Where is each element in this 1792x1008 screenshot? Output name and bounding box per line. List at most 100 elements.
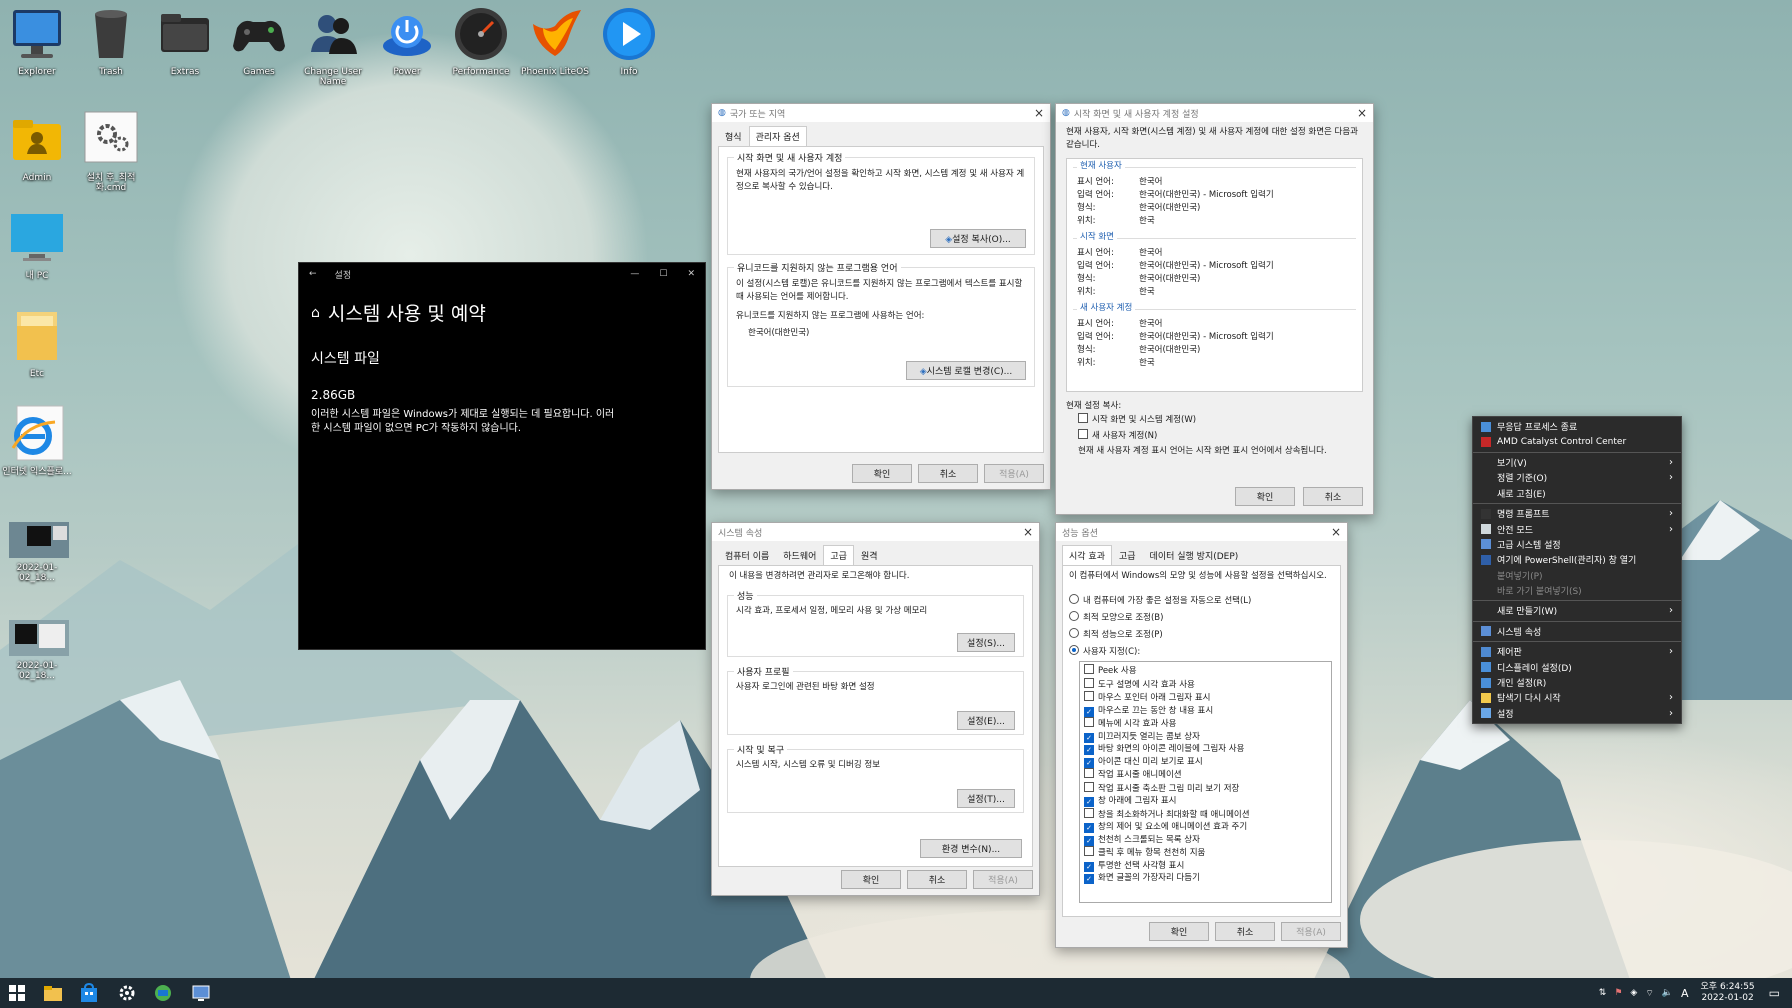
desktop-icon-info[interactable]: Info [592, 4, 666, 77]
visual-effect-option[interactable]: 작업 표시줄 축소판 그림 미리 보기 저장 [1084, 781, 1327, 796]
desktop-icon-optimize-cmd[interactable]: 설치 후_최적화.cmd [74, 110, 148, 193]
cancel-button[interactable]: 취소 [918, 464, 978, 483]
desktop-icon-phoenix-liteos[interactable]: Phoenix LiteOS [518, 4, 592, 77]
context-menu-item[interactable]: 보기(V) › [1473, 455, 1681, 470]
maximize-icon[interactable]: ☐ [659, 269, 667, 279]
apply-button[interactable]: 적용(A) [984, 464, 1044, 483]
radio-option[interactable]: 내 컴퓨터에 가장 좋은 설정을 자동으로 선택(L) [1069, 594, 1334, 608]
file-explorer-button[interactable] [42, 982, 64, 1004]
radio-option[interactable]: 최적 성능으로 조정(P) [1069, 628, 1334, 642]
checkbox-new-user[interactable]: 새 사용자 계정(N) [1078, 429, 1363, 443]
desktop-icon-explorer[interactable]: Explorer [0, 4, 74, 77]
close-icon[interactable]: × [1034, 106, 1044, 120]
context-menu-item[interactable]: 고급 시스템 설정 [1473, 537, 1681, 552]
visual-effect-option[interactable]: 도구 설명에 시각 효과 사용 [1084, 677, 1327, 692]
visual-effect-option[interactable]: ✓ 화면 글꼴의 가장자리 다듬기 [1084, 872, 1327, 885]
desktop-icon-etc[interactable]: Etc [0, 306, 74, 379]
context-menu-item[interactable]: 디스플레이 설정(D) [1473, 659, 1681, 674]
desktop-icon-screenshot-2[interactable]: 2022-01-02_18... [0, 618, 74, 681]
visual-effect-option[interactable]: ✓ 창 아래에 그림자 표시 [1084, 795, 1327, 808]
visual-effect-option[interactable]: 작업 표시줄 애니메이션 [1084, 768, 1327, 782]
close-icon[interactable]: × [1331, 525, 1341, 539]
radio-option[interactable]: 최적 모양으로 조정(B) [1069, 611, 1334, 625]
context-menu-item[interactable]: 붙여넣기(P) [1473, 568, 1681, 583]
close-icon[interactable]: × [1357, 106, 1367, 120]
profile-settings-button[interactable]: 설정(E)... [957, 711, 1015, 730]
settings-taskbar-button[interactable] [116, 982, 138, 1004]
tab-computer-name[interactable]: 컴퓨터 이름 [718, 545, 776, 565]
visual-effect-option[interactable]: 마우스 포인터 아래 그림자 표시 [1084, 691, 1327, 705]
context-menu-item[interactable]: 정렬 기준(O) › [1473, 470, 1681, 485]
volume-icon[interactable]: 🔈 [1662, 988, 1673, 998]
ok-button[interactable]: 확인 [841, 870, 901, 889]
apply-button[interactable]: 적용(A) [1281, 922, 1341, 941]
visual-effect-option[interactable]: 클릭 후 메뉴 항목 천천히 지움 [1084, 846, 1327, 860]
startup-settings-button[interactable]: 설정(T)... [957, 789, 1015, 808]
context-menu-item[interactable]: 바로 가기 붙여넣기(S) [1473, 583, 1681, 598]
ime-indicator[interactable]: A [1681, 987, 1689, 1000]
context-menu-item[interactable]: 설정 › [1473, 706, 1681, 721]
visual-effect-option[interactable]: ✓ 투명한 선택 사각형 표시 [1084, 860, 1327, 873]
network-icon[interactable]: ⇅ [1599, 988, 1607, 998]
control-panel-button[interactable] [152, 982, 174, 1004]
notification-icon[interactable]: ▭ [1769, 986, 1780, 1000]
minimize-icon[interactable]: — [630, 269, 639, 279]
ok-button[interactable]: 확인 [1149, 922, 1209, 941]
desktop-icon-this-pc[interactable]: 내 PC [0, 208, 74, 281]
start-button[interactable] [6, 982, 28, 1004]
visual-effect-option[interactable]: 창을 최소화하거나 최대화할 때 애니메이션 [1084, 807, 1327, 822]
remote-desktop-button[interactable] [190, 982, 212, 1004]
apply-button[interactable]: 적용(A) [973, 870, 1033, 889]
cancel-button[interactable]: 취소 [907, 870, 967, 889]
desktop-icon-admin[interactable]: Admin [0, 110, 74, 183]
desktop-icon-extras[interactable]: Extras [148, 4, 222, 77]
visual-effect-option[interactable]: ✓ 미끄러지듯 열리는 콤보 상자 [1084, 731, 1327, 744]
copy-settings-button[interactable]: ◈설정 복사(O)... [930, 229, 1026, 248]
tab-hardware[interactable]: 하드웨어 [776, 545, 823, 565]
tab-remote[interactable]: 원격 [854, 545, 885, 565]
cancel-button[interactable]: 취소 [1215, 922, 1275, 941]
desktop-icon-power[interactable]: Power [370, 4, 444, 77]
back-arrow-icon[interactable]: ← [309, 269, 317, 279]
ok-button[interactable]: 확인 [1235, 487, 1295, 506]
context-menu-item[interactable]: 무응답 프로세스 종료 [1473, 419, 1681, 434]
wifi-icon[interactable]: ⌔ [1645, 988, 1653, 999]
checkbox-welcome-screen[interactable]: 시작 화면 및 시스템 계정(W) [1078, 413, 1363, 427]
visual-effect-option[interactable]: ✓ 바탕 화면의 아이콘 레이블에 그림자 사용 [1084, 743, 1327, 756]
tab-format[interactable]: 형식 [718, 126, 749, 146]
context-menu-item[interactable]: 새로 만들기(W) › [1473, 603, 1681, 618]
tab-visual-effects[interactable]: 시각 효과 [1062, 545, 1112, 565]
cancel-button[interactable]: 취소 [1303, 487, 1363, 506]
desktop-icon-trash[interactable]: Trash [74, 4, 148, 77]
visual-effect-option[interactable]: ✓ 창의 제어 및 요소에 애니메이션 효과 주기 [1084, 821, 1327, 834]
store-button[interactable] [78, 982, 100, 1004]
context-menu-item[interactable]: 새로 고침(E) [1473, 486, 1681, 501]
visual-effect-option[interactable]: ✓ 천천히 스크롤되는 목록 상자 [1084, 834, 1327, 847]
context-menu-item[interactable]: 시스템 속성 [1473, 624, 1681, 639]
visual-effect-option[interactable]: ✓ 마우스로 끄는 동안 창 내용 표시 [1084, 705, 1327, 718]
visual-effect-option[interactable]: ✓ 아이콘 대신 미리 보기로 표시 [1084, 756, 1327, 769]
close-icon[interactable]: ✕ [687, 269, 695, 279]
tab-advanced[interactable]: 고급 [1112, 545, 1143, 565]
radio-option[interactable]: 사용자 지정(C): [1069, 645, 1334, 659]
context-menu-item[interactable]: 여기에 PowerShell(관리자) 창 열기 [1473, 552, 1681, 567]
clock-date[interactable]: 2022-01-02 [1701, 993, 1755, 1004]
desktop-icon-screenshot-1[interactable]: 2022-01-02_18... [0, 520, 74, 583]
performance-settings-button[interactable]: 설정(S)... [957, 633, 1015, 652]
tab-admin[interactable]: 관리자 옵션 [748, 126, 807, 146]
flag-icon[interactable]: ⚑ [1614, 988, 1622, 998]
context-menu-item[interactable]: 명령 프롬프트 › [1473, 506, 1681, 521]
desktop-icon-internet-explorer[interactable]: 인터넷 익스플로... [0, 404, 74, 477]
desktop-icon-games[interactable]: Games [222, 4, 296, 77]
context-menu-item[interactable]: 제어판 › [1473, 644, 1681, 659]
tab-advanced[interactable]: 고급 [823, 545, 854, 565]
change-locale-button[interactable]: ◈시스템 로캘 변경(C)... [906, 361, 1026, 380]
desktop-icon-performance[interactable]: Performance [444, 4, 518, 77]
environment-variables-button[interactable]: 환경 변수(N)... [920, 839, 1022, 858]
context-menu-item[interactable]: 안전 모드 › [1473, 521, 1681, 536]
home-icon[interactable]: ⌂ [311, 305, 320, 321]
context-menu-item[interactable]: 개인 설정(R) [1473, 675, 1681, 690]
ok-button[interactable]: 확인 [852, 464, 912, 483]
shield-icon[interactable]: ◈ [1630, 988, 1637, 998]
visual-effect-option[interactable]: 메뉴에 시각 효과 사용 [1084, 717, 1327, 731]
